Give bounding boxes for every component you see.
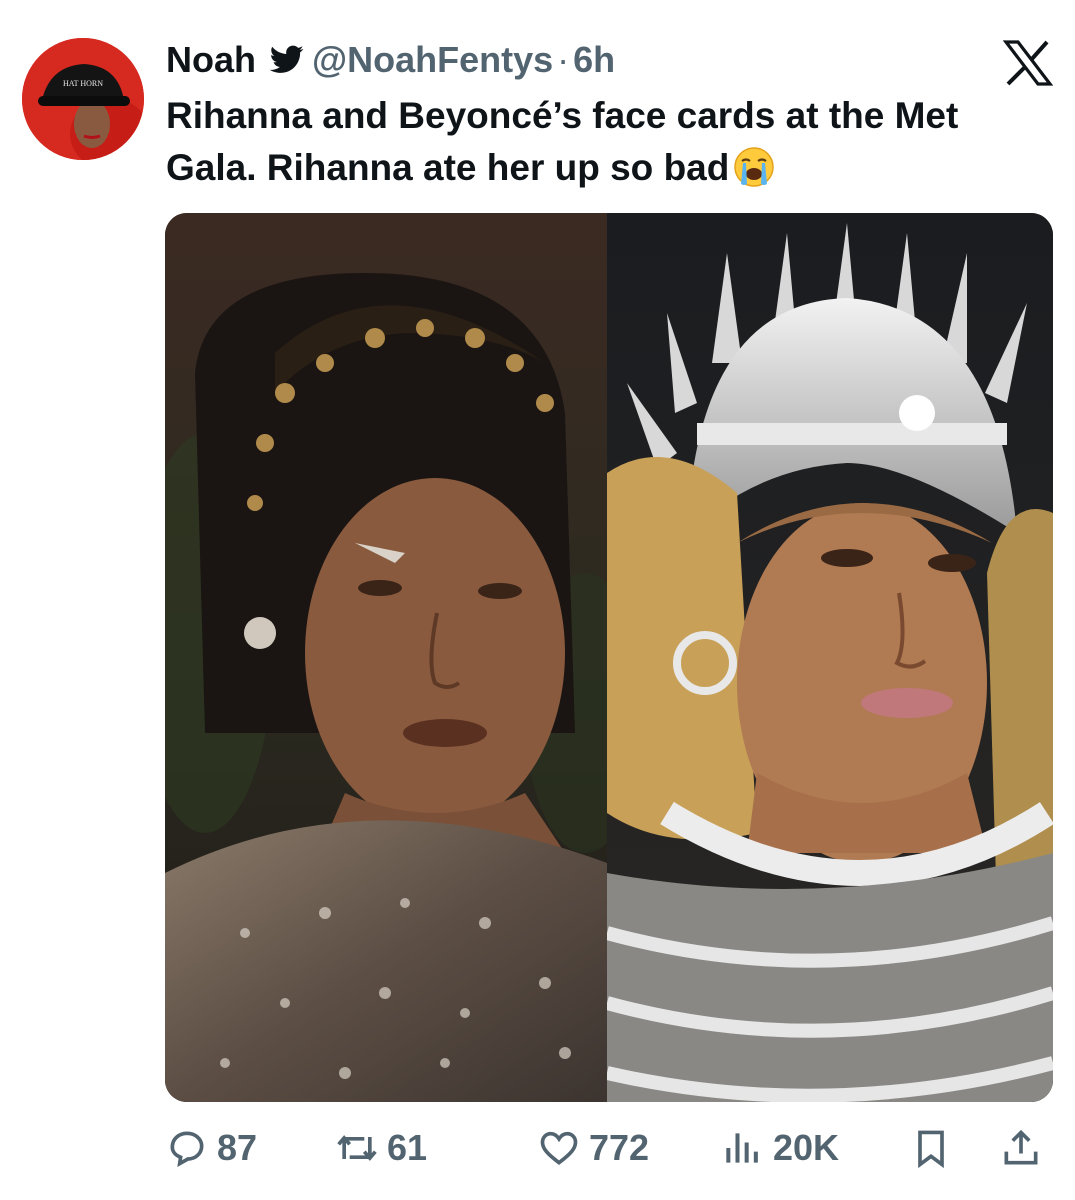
views-button[interactable]: 20K [721, 1118, 839, 1178]
avatar-image: HAT HORN [22, 38, 144, 160]
views-count: 20K [773, 1127, 840, 1168]
like-count: 772 [589, 1127, 650, 1168]
bookmark-icon [918, 1130, 944, 1169]
like-button[interactable]: 772 [537, 1118, 649, 1178]
tweet-text: Rihanna and Beyoncé’s face cards at the … [166, 90, 1046, 194]
retweet-button[interactable]: 61 [335, 1118, 427, 1178]
tweet-media[interactable] [165, 213, 1053, 1102]
avatar[interactable]: HAT HORN [22, 38, 144, 160]
reply-icon [170, 1131, 204, 1167]
header-separator: · [557, 39, 570, 80]
tweet-timestamp[interactable]: 6h [573, 39, 615, 81]
share-button[interactable] [999, 1118, 1051, 1178]
share-icon [1004, 1129, 1038, 1165]
tweet-actions: 87 61 772 20K [165, 1118, 1055, 1178]
retweet-icon [337, 1135, 377, 1161]
tweet-card: HAT HORN Noah @NoahFentys · 6h Rihanna a… [0, 0, 1075, 1200]
rihanna-met-gala-photo[interactable] [165, 213, 607, 1102]
x-logo-icon [1002, 40, 1054, 86]
reply-count: 87 [217, 1127, 258, 1168]
verified-badge-icon [268, 42, 304, 78]
avatar-cap-text: HAT HORN [63, 79, 103, 88]
beyonce-met-gala-photo[interactable] [607, 213, 1053, 1102]
tweet-body: Rihanna and Beyoncé’s face cards at the … [166, 95, 959, 188]
bookmark-button[interactable] [909, 1118, 961, 1178]
author-handle[interactable]: @NoahFentys [312, 39, 553, 81]
tweet-header: Noah @NoahFentys · 6h [166, 36, 615, 84]
like-icon [540, 1131, 578, 1165]
loudly-crying-face-emoji-icon [733, 146, 775, 188]
retweet-count: 61 [387, 1127, 428, 1168]
reply-button[interactable]: 87 [165, 1118, 257, 1178]
author-display-name[interactable]: Noah [166, 39, 256, 81]
views-icon [726, 1133, 758, 1163]
